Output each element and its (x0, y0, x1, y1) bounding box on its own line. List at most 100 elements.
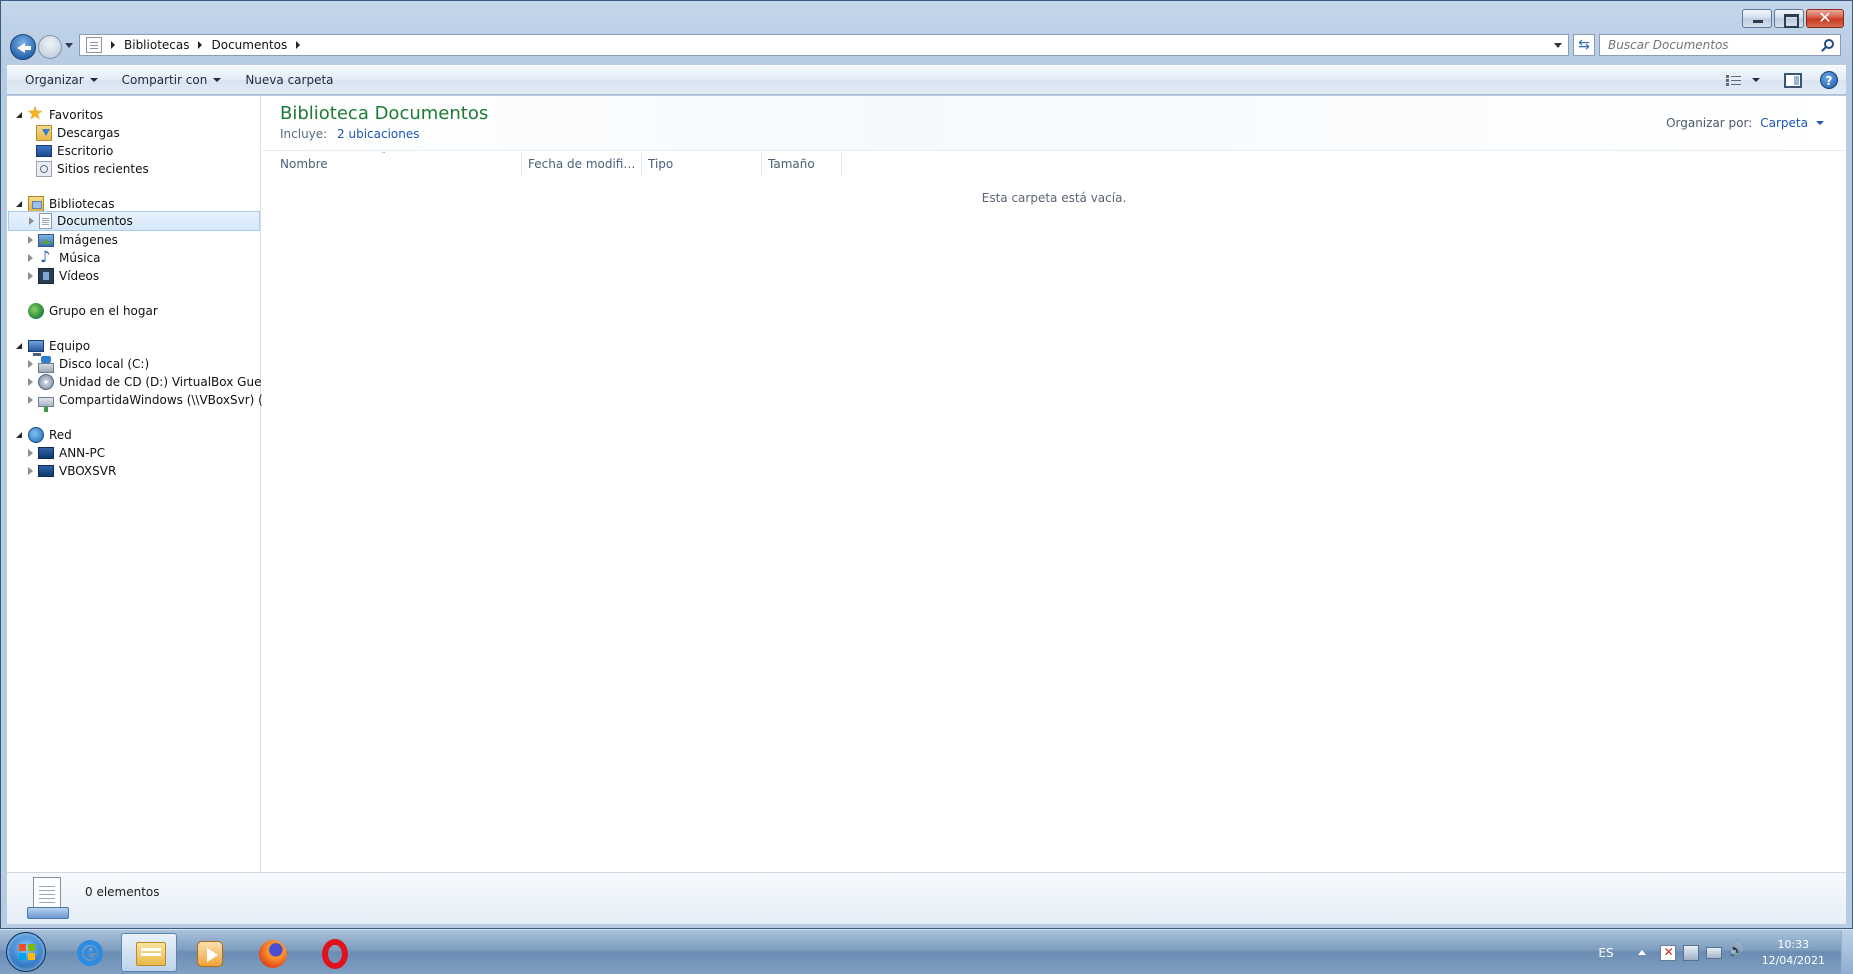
start-button[interactable] (6, 932, 46, 972)
new-folder-button[interactable]: Nueva carpeta (233, 67, 345, 93)
forward-button[interactable] (38, 35, 62, 59)
tree-item-documentos[interactable]: Documentos (8, 211, 260, 231)
refresh-button[interactable]: ⇆ (1573, 34, 1595, 56)
back-button[interactable] (10, 34, 36, 60)
downloads-folder-icon (36, 125, 52, 141)
tree-label: Sitios recientes (57, 162, 149, 176)
videos-icon (38, 268, 54, 284)
library-includes: Incluye: 2 ubicaciones (280, 127, 420, 141)
show-hidden-icons-icon[interactable] (1637, 950, 1646, 955)
pictures-icon (38, 233, 54, 247)
tree-item-disco-local[interactable]: Disco local (C:) (25, 354, 149, 374)
title-bar[interactable]: ✕ (1, 1, 1852, 33)
tree-item-musica[interactable]: Música (25, 247, 101, 268)
expand-icon[interactable] (25, 253, 35, 263)
expand-icon[interactable] (25, 271, 35, 281)
taskbar-media-player[interactable] (181, 933, 237, 972)
collapse-icon[interactable] (15, 430, 25, 440)
tree-network[interactable]: Red (15, 425, 72, 445)
tree-label: Red (49, 428, 72, 442)
taskbar-opera[interactable] (306, 933, 362, 972)
tree-item-cd-drive[interactable]: Unidad de CD (D:) VirtualBox Guest Ad (25, 372, 261, 392)
collapse-icon[interactable] (15, 199, 25, 209)
tree-label: VBOXSVR (59, 464, 117, 478)
collapse-icon[interactable] (15, 341, 25, 351)
preview-pane-icon[interactable] (1784, 72, 1802, 88)
tree-item-ann-pc[interactable]: ANN-PC (25, 443, 105, 463)
tree-label: Documentos (57, 214, 133, 228)
breadcrumb-separator[interactable] (111, 41, 115, 49)
breadcrumb-separator[interactable] (296, 41, 301, 49)
taskbar-internet-explorer[interactable] (61, 933, 117, 972)
content-area: Favoritos Descargas Escritorio Sitios re… (7, 96, 1846, 872)
expand-icon[interactable] (26, 216, 36, 226)
navigation-pane[interactable]: Favoritos Descargas Escritorio Sitios re… (7, 96, 280, 872)
search-icon[interactable] (1824, 39, 1834, 49)
language-indicator[interactable]: ES (1598, 946, 1613, 960)
tree-item-sitios-recientes[interactable]: Sitios recientes (36, 159, 149, 179)
taskbar-firefox[interactable] (244, 933, 300, 972)
expand-icon[interactable] (25, 359, 35, 369)
tree-item-escritorio[interactable]: Escritorio (36, 141, 113, 161)
search-box[interactable] (1599, 34, 1841, 56)
tree-item-vboxsvr[interactable]: VBOXSVR (25, 461, 116, 481)
new-folder-label: Nueva carpeta (245, 73, 334, 87)
expand-icon[interactable] (25, 395, 35, 405)
column-header-date[interactable]: Fecha de modifica... (522, 152, 642, 176)
address-dropdown-icon[interactable] (1554, 43, 1562, 48)
tree-item-descargas[interactable]: Descargas (36, 123, 120, 143)
arrange-by-dropdown[interactable]: Carpeta (1760, 116, 1808, 130)
computer-icon (28, 340, 44, 356)
column-headers: ˆ Nombre Fecha de modifica... Tipo Tamaño (262, 152, 1846, 176)
close-button[interactable]: ✕ (1806, 8, 1844, 28)
opera-icon (322, 939, 348, 969)
column-header-type[interactable]: Tipo (642, 152, 762, 176)
breadcrumb-documentos[interactable]: Documentos (211, 38, 287, 52)
column-label: Nombre (280, 157, 328, 171)
taskbar-windows-explorer[interactable] (121, 933, 177, 972)
homegroup-icon (28, 303, 44, 319)
clock-date: 12/04/2021 (1761, 953, 1825, 967)
breadcrumb-bibliotecas[interactable]: Bibliotecas (124, 38, 189, 52)
file-list-pane[interactable]: Biblioteca Documentos Incluye: 2 ubicaci… (262, 96, 1846, 872)
column-header-size[interactable]: Tamaño (762, 152, 842, 176)
command-bar: Organizar Compartir con Nueva carpeta ? (7, 65, 1846, 95)
network-drive-icon (38, 397, 54, 412)
clock[interactable]: 10:33 12/04/2021 (1762, 937, 1825, 969)
chevron-down-icon[interactable] (1752, 78, 1760, 82)
volume-icon[interactable] (1729, 943, 1745, 961)
minimize-button[interactable] (1742, 9, 1772, 28)
address-bar[interactable]: Bibliotecas Documentos (79, 34, 1569, 56)
help-icon[interactable]: ? (1820, 71, 1838, 89)
show-desktop-button[interactable] (1841, 930, 1853, 974)
chevron-down-icon[interactable] (1816, 121, 1824, 125)
share-with-button[interactable]: Compartir con (110, 67, 234, 93)
expand-icon[interactable] (25, 235, 35, 245)
expand-icon[interactable] (25, 448, 35, 458)
expand-icon[interactable] (25, 466, 35, 476)
tree-label: Disco local (C:) (59, 357, 150, 371)
close-icon: ✕ (1818, 8, 1832, 27)
tree-computer[interactable]: Equipo (15, 336, 90, 356)
tree-favorites[interactable]: Favoritos (15, 103, 103, 125)
music-icon (38, 247, 54, 266)
network-status-icon[interactable] (1682, 944, 1699, 961)
organize-button[interactable]: Organizar (7, 67, 110, 93)
breadcrumb-separator[interactable] (198, 41, 203, 49)
recent-pages-dropdown[interactable] (65, 43, 73, 48)
action-center-icon[interactable] (1659, 944, 1676, 961)
expand-icon[interactable] (25, 377, 35, 387)
documents-icon (39, 213, 52, 229)
change-view-icon[interactable] (1726, 73, 1742, 87)
includes-locations-link[interactable]: 2 ubicaciones (337, 127, 419, 141)
tree-item-imagenes[interactable]: Imágenes (25, 230, 118, 250)
column-header-name[interactable]: ˆ Nombre (262, 152, 522, 176)
collapse-icon[interactable] (15, 110, 25, 120)
tree-homegroup[interactable]: Grupo en el hogar (28, 301, 158, 321)
tree-item-videos[interactable]: Vídeos (25, 266, 99, 286)
tree-item-shared-drive[interactable]: CompartidaWindows (\\VBoxSvr) (Z:) (25, 390, 280, 412)
search-input[interactable] (1600, 35, 1800, 55)
display-icon[interactable] (1705, 946, 1722, 959)
arrange-by-label: Organizar por: (1666, 116, 1753, 130)
maximize-button[interactable] (1774, 9, 1804, 28)
